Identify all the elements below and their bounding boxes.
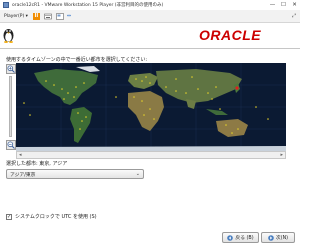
unity-icon[interactable] bbox=[56, 12, 64, 20]
scroll-left-icon[interactable]: ◂ bbox=[19, 152, 22, 158]
oracle-logo: ORACLE bbox=[199, 28, 281, 42]
utc-checkbox[interactable]: ✓ bbox=[6, 213, 12, 220]
window-title-bar: oracle12cR1 - VMware Workstation 15 Play… bbox=[0, 0, 300, 10]
utc-option[interactable]: ✓ システムクロックで UTC を使用 (S) bbox=[6, 213, 97, 220]
timezone-select-value: アジア/東京 bbox=[10, 172, 36, 178]
zoom-in-button[interactable] bbox=[6, 64, 16, 74]
window-controls: — ☐ ✕ bbox=[267, 0, 300, 10]
timezone-prompt: 使用するタイムゾーンの中で一番近い都市を選択してください: bbox=[6, 57, 148, 63]
full-screen-button[interactable]: ⤢ bbox=[292, 13, 296, 19]
timezone-select[interactable]: アジア/東京 ⌄ bbox=[6, 169, 144, 179]
arrow-left-icon bbox=[227, 234, 234, 241]
zoom-in-icon bbox=[7, 65, 15, 73]
chevron-down-icon: ⌄ bbox=[135, 171, 140, 177]
window-title: oracle12cR1 - VMware Workstation 15 Play… bbox=[12, 3, 164, 8]
timezone-world-map[interactable] bbox=[16, 63, 286, 151]
minimize-button[interactable]: — bbox=[267, 0, 278, 10]
back-button[interactable]: 戻る (B) bbox=[222, 232, 259, 243]
player-toolbar: Player(P) ▾ II ⇔ ⤢ bbox=[0, 10, 300, 23]
stretch-icon[interactable]: ⇔ bbox=[67, 13, 71, 19]
zoom-out-button[interactable] bbox=[6, 140, 16, 150]
vmware-app-icon bbox=[3, 2, 9, 8]
next-button-label: 次(N) bbox=[275, 236, 289, 241]
zoom-slider[interactable] bbox=[9, 76, 12, 137]
pause-button[interactable]: II bbox=[32, 12, 40, 20]
map-zoom-controls bbox=[6, 64, 16, 151]
zoom-out-icon bbox=[7, 141, 15, 149]
arrow-right-icon bbox=[268, 234, 274, 241]
penguin-icon bbox=[3, 29, 14, 43]
selected-city-label: 選択した都市: 東京, アジア bbox=[6, 161, 68, 167]
back-button-label: 戻る (B) bbox=[235, 236, 254, 241]
maximize-button[interactable]: ☐ bbox=[278, 0, 289, 10]
selected-city-marker bbox=[235, 86, 239, 90]
installer-header: ORACLE bbox=[0, 23, 300, 49]
utc-checkbox-label: システムクロックで UTC を使用 (S) bbox=[15, 214, 97, 220]
scroll-right-icon[interactable]: ▸ bbox=[280, 152, 283, 158]
world-map-image[interactable] bbox=[16, 63, 286, 151]
player-menu[interactable]: Player(P) ▾ bbox=[4, 14, 28, 19]
map-horizontal-scrollbar[interactable]: ◂ ▸ bbox=[16, 151, 286, 159]
next-button[interactable]: 次(N) bbox=[261, 232, 295, 243]
send-keys-icon[interactable] bbox=[44, 13, 52, 20]
close-button[interactable]: ✕ bbox=[289, 0, 300, 10]
